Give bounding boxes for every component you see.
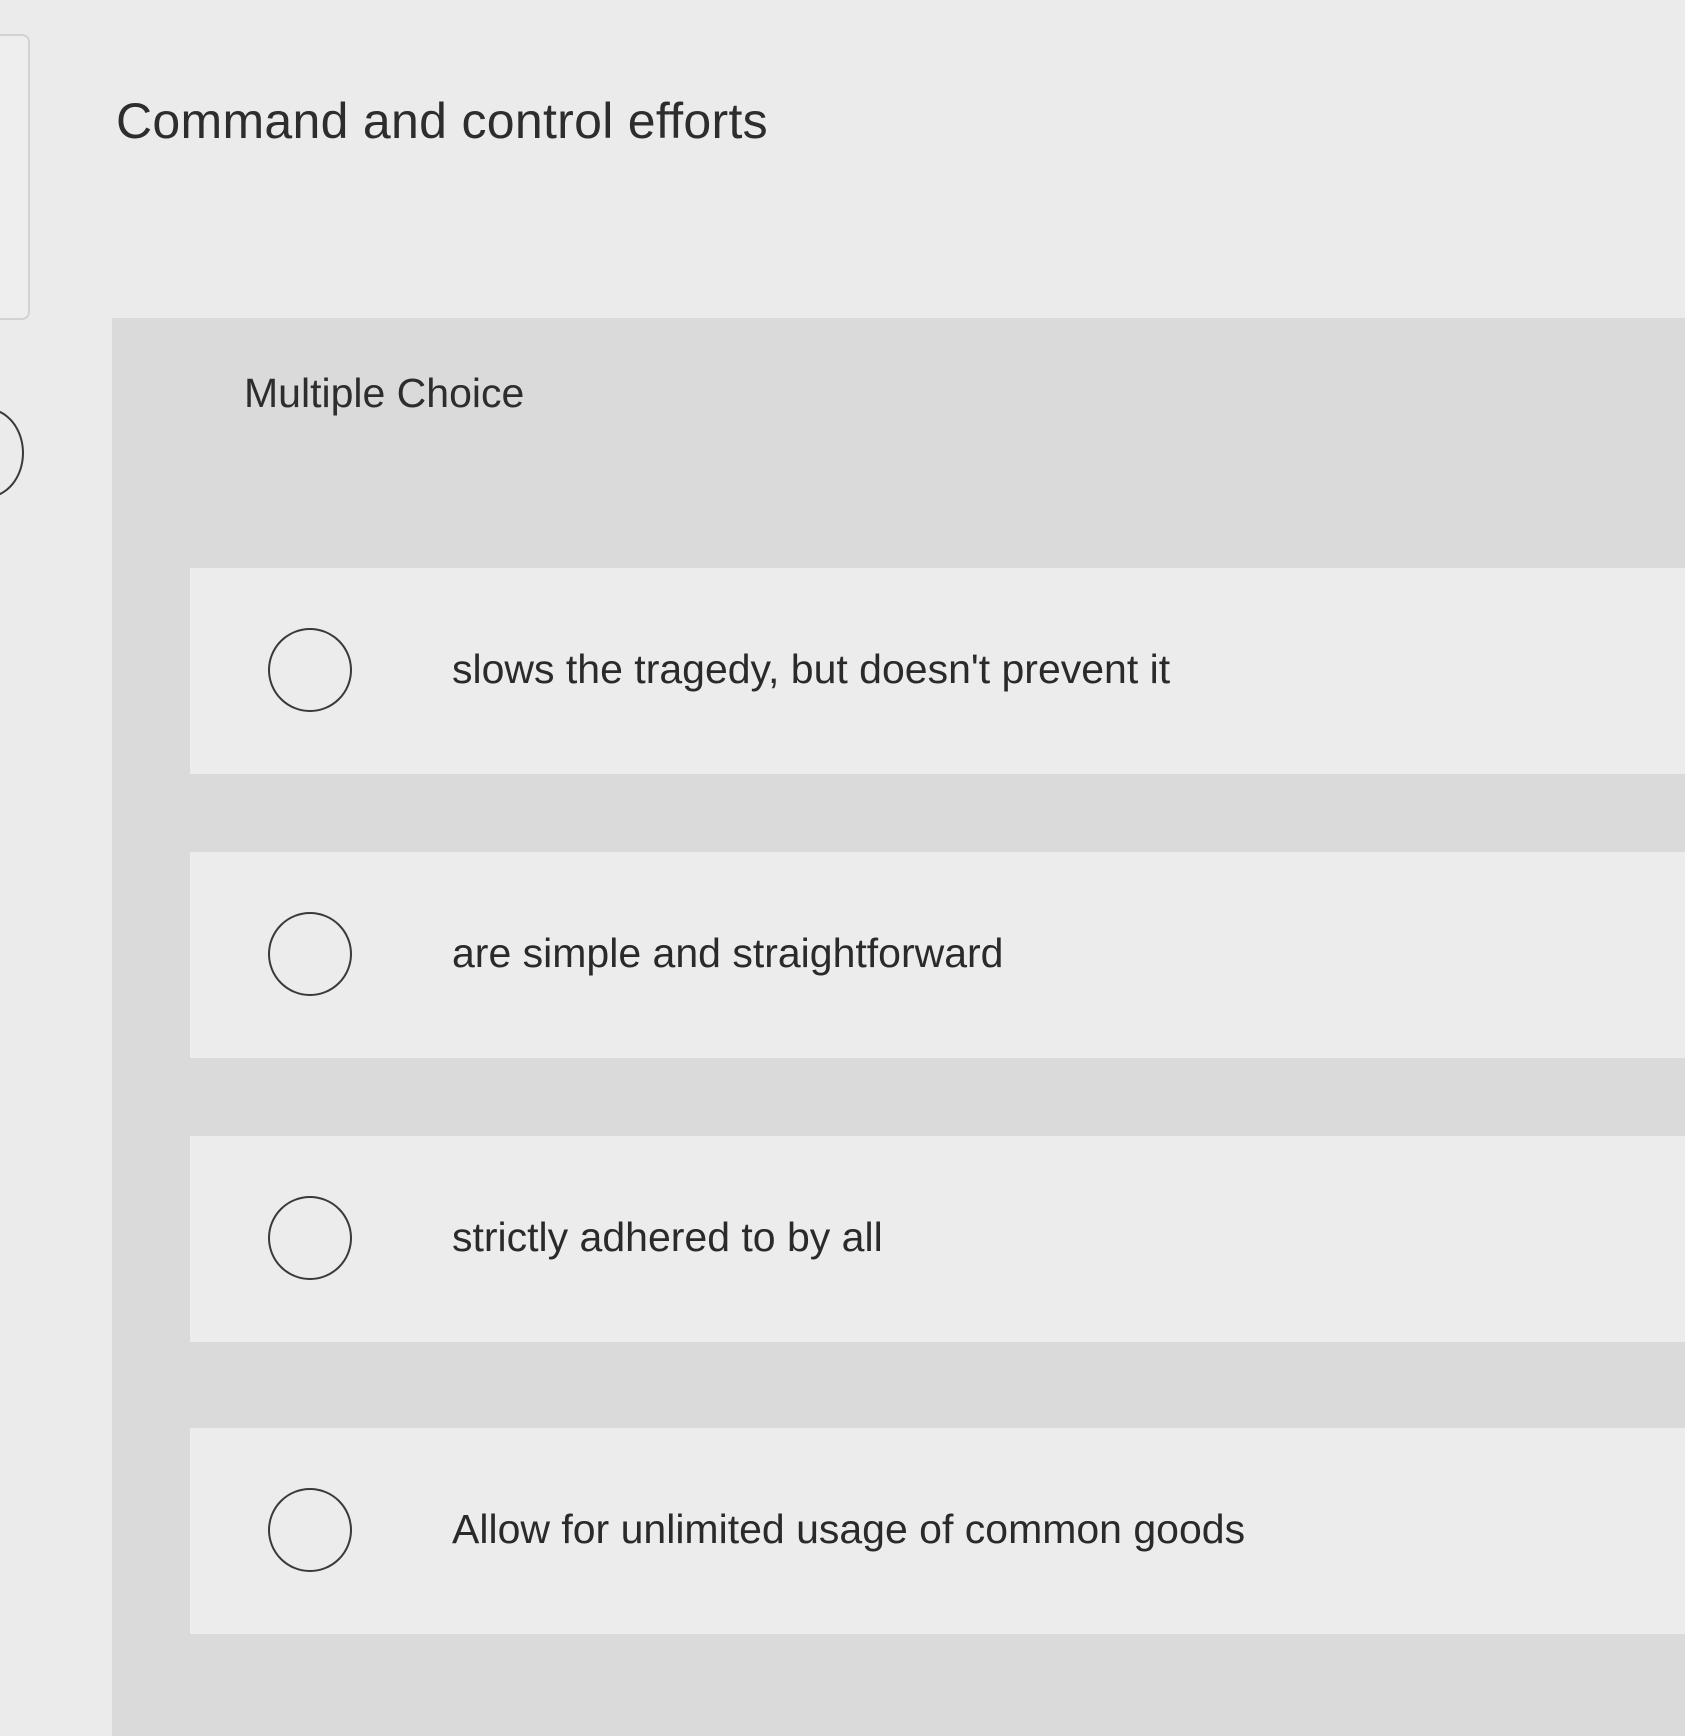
answer-option-label: Allow for unlimited usage of common good… (452, 1506, 1246, 1552)
answer-option-label: are simple and straightforward (452, 930, 1004, 976)
radio-button-icon[interactable] (268, 628, 352, 712)
radio-button-icon[interactable] (268, 1488, 352, 1572)
previous-card-edge (0, 34, 30, 320)
radio-button-icon[interactable] (268, 912, 352, 996)
answer-option-1[interactable]: slows the tragedy, but doesn't prevent i… (190, 568, 1685, 774)
answer-option-label: slows the tragedy, but doesn't prevent i… (452, 646, 1171, 692)
previous-radio-edge (0, 408, 24, 498)
answer-option-label: strictly adhered to by all (452, 1214, 883, 1260)
multiple-choice-label: Multiple Choice (244, 370, 525, 416)
answer-option-2[interactable]: are simple and straightforward (190, 852, 1685, 1058)
radio-button-icon[interactable] (268, 1196, 352, 1280)
question-title: Command and control efforts (116, 93, 768, 149)
answer-option-4[interactable]: Allow for unlimited usage of common good… (190, 1428, 1685, 1634)
multiple-choice-panel: Multiple Choice slows the tragedy, but d… (112, 318, 1685, 1736)
answer-option-3[interactable]: strictly adhered to by all (190, 1136, 1685, 1342)
